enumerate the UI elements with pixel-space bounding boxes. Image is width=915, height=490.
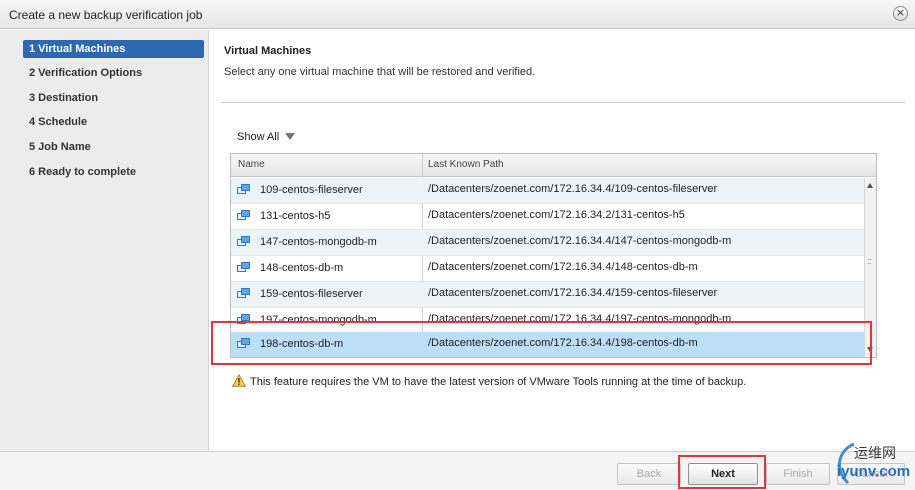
step-ready-to-complete[interactable]: 6 Ready to complete — [23, 163, 204, 181]
column-header-name[interactable]: Name — [238, 159, 265, 170]
vm-path: /Datacenters/zoenet.com/172.16.34.4/148-… — [428, 261, 698, 273]
close-icon[interactable]: × — [893, 6, 908, 21]
vm-name: 159-centos-fileserver — [260, 288, 363, 300]
divider — [221, 102, 905, 103]
vm-path: /Datacenters/zoenet.com/172.16.34.4/109-… — [428, 183, 718, 195]
vm-icon — [237, 262, 250, 272]
column-header-path[interactable]: Last Known Path — [428, 159, 504, 170]
finish-button[interactable]: Finish — [766, 463, 830, 485]
main-panel: Virtual Machines Select any one virtual … — [210, 30, 915, 451]
grid-header: Name Last Known Path — [231, 154, 876, 177]
vm-icon — [237, 184, 250, 194]
site-watermark: 运维网 iyunv.com — [830, 441, 915, 490]
watermark-text-cn: 运维网 — [854, 446, 896, 462]
vm-icon — [237, 210, 250, 220]
vm-icon — [237, 288, 250, 298]
vm-path: /Datacenters/zoenet.com/172.16.34.4/147-… — [428, 235, 732, 247]
chevron-down-icon — [285, 133, 296, 140]
dialog-titlebar: Create a new backup verification job × — [0, 0, 915, 29]
vm-name: 148-centos-db-m — [260, 262, 344, 274]
vm-name: 109-centos-fileserver — [260, 184, 363, 196]
wizard-steps-sidebar: 1 Virtual Machines 2 Verification Option… — [0, 30, 209, 451]
table-row[interactable]: 109-centos-fileserver /Datacenters/zoene… — [231, 178, 864, 204]
vm-icon — [237, 236, 250, 246]
dialog-title: Create a new backup verification job — [9, 8, 203, 22]
step-destination[interactable]: 3 Destination — [23, 89, 204, 107]
annotation-highlight-selected-row — [211, 321, 872, 365]
dialog-footer: Back Next Finish Cancel — [0, 451, 915, 490]
table-row[interactable]: 159-centos-fileserver /Datacenters/zoene… — [231, 282, 864, 308]
vm-path: /Datacenters/zoenet.com/172.16.34.2/131-… — [428, 209, 685, 221]
vm-name: 131-centos-h5 — [260, 210, 331, 222]
vm-name: 147-centos-mongodb-m — [260, 236, 377, 248]
back-button[interactable]: Back — [617, 463, 681, 485]
table-row[interactable]: 131-centos-h5 /Datacenters/zoenet.com/17… — [231, 204, 864, 230]
annotation-highlight-next — [678, 455, 766, 489]
show-all-label: Show All — [237, 131, 280, 143]
step-virtual-machines[interactable]: 1 Virtual Machines — [23, 40, 204, 58]
section-title: Virtual Machines — [224, 45, 312, 57]
vmware-tools-warning: This feature requires the VM to have the… — [232, 374, 746, 388]
show-all-filter[interactable]: Show All — [237, 131, 296, 143]
scroll-up-icon[interactable] — [867, 183, 873, 188]
step-job-name[interactable]: 5 Job Name — [23, 138, 204, 156]
step-schedule[interactable]: 4 Schedule — [23, 113, 204, 131]
watermark-text-domain: iyunv.com — [837, 463, 911, 480]
table-row[interactable]: 148-centos-db-m /Datacenters/zoenet.com/… — [231, 256, 864, 282]
warning-icon — [232, 374, 246, 387]
scroll-grip-icon[interactable]: :: — [867, 257, 872, 266]
section-description: Select any one virtual machine that will… — [224, 66, 536, 78]
step-verification-options[interactable]: 2 Verification Options — [23, 64, 204, 82]
warning-text: This feature requires the VM to have the… — [250, 376, 747, 388]
vm-path: /Datacenters/zoenet.com/172.16.34.4/159-… — [428, 287, 718, 299]
table-row[interactable]: 147-centos-mongodb-m /Datacenters/zoenet… — [231, 230, 864, 256]
